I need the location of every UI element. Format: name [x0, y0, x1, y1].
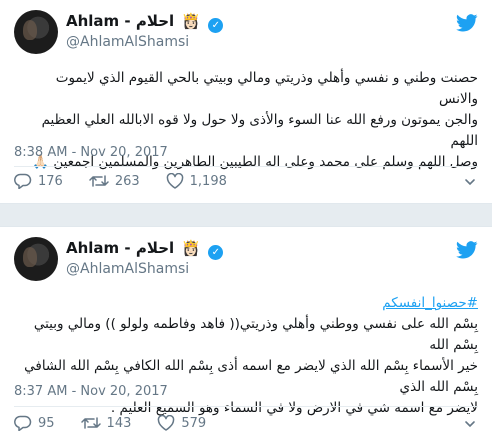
verified-badge-icon: ✓ — [208, 18, 224, 33]
twitter-bird-icon[interactable] — [456, 14, 478, 32]
reply-count: 95 — [38, 415, 55, 431]
tweet-timestamp[interactable]: 8:37 AM - Nov 20, 2017 — [14, 384, 168, 399]
author-handle[interactable]: @AhlamAlShamsi — [66, 261, 189, 277]
retweet-button[interactable]: 143 — [80, 415, 132, 431]
chevron-down-icon[interactable] — [464, 418, 476, 430]
avatar[interactable] — [14, 10, 58, 54]
twitter-bird-icon[interactable] — [456, 241, 478, 259]
chevron-down-icon[interactable] — [464, 176, 476, 188]
tweet-actions: 95 143 579 — [14, 415, 232, 431]
tweet-actions: 176 263 1,198 — [14, 173, 253, 189]
tweet-separator — [0, 203, 492, 227]
reply-count: 176 — [38, 173, 63, 189]
avatar[interactable] — [14, 237, 58, 281]
author-emoji: 👸🏻 — [181, 239, 201, 257]
retweet-icon — [89, 175, 109, 187]
retweet-count: 263 — [114, 173, 140, 189]
author-name[interactable]: Ahlam - احلام 👸🏻 ✓ — [66, 239, 224, 260]
reply-icon — [14, 173, 32, 189]
divider — [14, 406, 478, 407]
author-emoji: 👸🏻 — [181, 12, 201, 30]
tweet-text-line: حصنت وطني و نفسي وأهلي وذريتي ومالي وبيت… — [55, 70, 478, 107]
tweet-card[interactable]: Ahlam - احلام 👸🏻 ✓ @AhlamAlShamsi #حصنوا… — [0, 227, 492, 447]
like-count: 1,198 — [189, 173, 227, 189]
retweet-icon — [80, 417, 101, 429]
tweet-text: #حصنوا_انفسكم بِسْم الله على نفسي ووطني … — [14, 293, 478, 419]
like-count: 579 — [181, 415, 207, 431]
author-name-text: Ahlam - احلام — [66, 239, 175, 257]
heart-icon — [158, 415, 175, 431]
author-name-text: Ahlam - احلام — [66, 12, 175, 30]
hashtag-link[interactable]: #حصنوا_انفسكم — [14, 293, 478, 314]
retweet-button[interactable]: 263 — [89, 173, 140, 189]
reply-button[interactable]: 176 — [14, 173, 63, 189]
tweet-card[interactable]: Ahlam - احلام 👸🏻 ✓ @AhlamAlShamsi حصنت و… — [0, 0, 492, 203]
like-button[interactable]: 1,198 — [166, 173, 227, 189]
reply-icon — [14, 415, 32, 431]
reply-button[interactable]: 95 — [14, 415, 55, 431]
author-handle[interactable]: @AhlamAlShamsi — [66, 34, 189, 50]
like-button[interactable]: 579 — [157, 415, 206, 431]
heart-icon — [166, 173, 183, 189]
retweet-count: 143 — [106, 415, 132, 431]
tweet-text-line: بِسْم الله على نفسي ووطني وأهلي وذريتي((… — [33, 316, 478, 353]
tweet-timestamp[interactable]: 8:38 AM - Nov 20, 2017 — [14, 145, 168, 160]
divider — [14, 166, 478, 167]
verified-badge-icon: ✓ — [208, 245, 224, 260]
author-name[interactable]: Ahlam - احلام 👸🏻 ✓ — [66, 12, 224, 33]
